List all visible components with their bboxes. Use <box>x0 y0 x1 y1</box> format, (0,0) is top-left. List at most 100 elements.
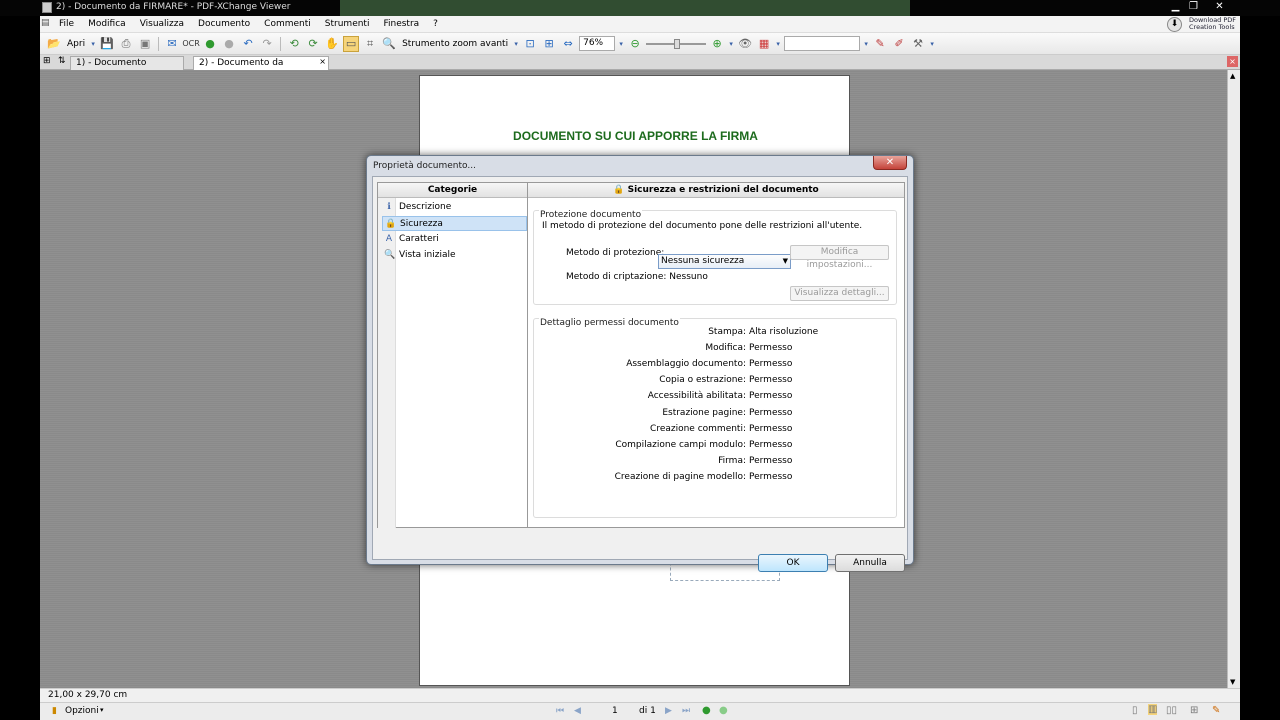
menu-item-strumenti[interactable]: Strumenti <box>318 16 377 33</box>
save-icon[interactable]: 💾 <box>99 36 115 52</box>
download-icon: ⬇ <box>1167 17 1182 32</box>
category-descrizione[interactable]: ℹ Descrizione <box>382 200 527 215</box>
maximize-button[interactable]: ❐ <box>1186 1 1201 13</box>
next-page-icon[interactable]: ▶ <box>665 706 672 716</box>
method-label: Metodo di protezione: <box>566 248 665 258</box>
eye-icon[interactable]: 👁 <box>737 36 753 52</box>
highlight-icon[interactable]: ▦ <box>756 36 772 52</box>
nav-forward-icon[interactable]: ● <box>719 705 728 716</box>
options-button[interactable]: Opzioni <box>65 706 99 716</box>
dialog-title: Proprietà documento... <box>373 161 476 171</box>
protection-method-value: Nessuna sicurezza <box>661 256 745 266</box>
protection-group: Protezione documento Il metodo di protez… <box>533 210 897 305</box>
zoom-in-dropdown-icon[interactable]: ▾ <box>728 36 734 52</box>
open-button[interactable]: Apri <box>65 36 87 52</box>
tab-documento-da-firmare[interactable]: 2) - Documento da FIRMARE* × <box>193 55 329 81</box>
undo-icon[interactable]: ↶ <box>240 36 256 52</box>
tab-sort-icon[interactable]: ⇅ <box>58 56 66 66</box>
fit-width-icon[interactable]: ⇔ <box>560 36 576 52</box>
page-number-field[interactable]: 1 <box>612 706 618 716</box>
category-label: Descrizione <box>399 202 452 212</box>
options-dropdown-icon[interactable]: ▾ <box>100 706 104 714</box>
category-label: Sicurezza <box>400 219 443 229</box>
close-button[interactable]: ✕ <box>1212 1 1227 13</box>
find-next-icon[interactable]: ✐ <box>891 36 907 52</box>
download-pdf-tools[interactable]: ⬇ Download PDF Creation Tools <box>1165 16 1237 33</box>
back-gray-icon[interactable]: ● <box>221 36 237 52</box>
snapshot-icon[interactable]: ⌗ <box>362 36 378 52</box>
menu-item-finestra[interactable]: Finestra <box>376 16 426 33</box>
category-vista-iniziale[interactable]: 🔍 Vista iniziale <box>382 248 527 263</box>
menu-item-commenti[interactable]: Commenti <box>257 16 318 33</box>
prev-page-icon[interactable]: ◀ <box>574 706 581 716</box>
single-page-icon[interactable]: ▯ <box>1132 705 1138 716</box>
search-dropdown-icon[interactable]: ▾ <box>863 36 869 52</box>
open-folder-icon[interactable]: 📂 <box>46 36 62 52</box>
zoom-dropdown-icon[interactable]: ▾ <box>618 36 624 52</box>
tab-close-icon[interactable]: × <box>319 55 326 68</box>
menu-item-modifica[interactable]: Modifica <box>81 16 133 33</box>
zoom-out-icon[interactable]: ⊖ <box>627 36 643 52</box>
rotate-right-icon[interactable]: ⟳ <box>305 36 321 52</box>
first-page-icon[interactable]: ⏮ <box>556 706 564 716</box>
categories-panel: Categorie ℹ Descrizione 🔒 Sicurezza A Caratte… <box>377 182 528 528</box>
view-details-button[interactable]: Visualizza dettagli... <box>790 286 889 301</box>
zoom-slider[interactable] <box>646 38 707 49</box>
scroll-down-icon[interactable]: ▼ <box>1230 678 1235 686</box>
fit-page-icon[interactable]: ⊞ <box>541 36 557 52</box>
zoom-slider-thumb[interactable] <box>674 38 681 49</box>
forward-green-icon[interactable]: ● <box>202 36 218 52</box>
facing-pages-icon[interactable]: ▯▯ <box>1166 705 1177 716</box>
category-caratteri[interactable]: A Caratteri <box>382 232 527 247</box>
protection-method-select[interactable]: Nessuna sicurezza ▼ <box>658 254 791 269</box>
menu-item-documento[interactable]: Documento <box>191 16 257 33</box>
email-icon[interactable]: ✉ <box>164 36 180 52</box>
title-bar: 2) - Documento da FIRMARE* - PDF-XChange… <box>0 0 1280 16</box>
vertical-scrollbar[interactable]: ▲ ▼ <box>1227 70 1240 688</box>
highlight-dropdown-icon[interactable]: ▾ <box>775 36 781 52</box>
lock-icon: 🔒 <box>385 219 397 229</box>
close-document-icon[interactable]: × <box>1227 56 1238 67</box>
security-panel-header: 🔒 Sicurezza e restrizioni del documento <box>528 183 904 198</box>
cancel-button[interactable]: Annulla <box>835 554 905 572</box>
category-sicurezza[interactable]: 🔒 Sicurezza <box>382 216 527 231</box>
last-page-icon[interactable]: ⏭ <box>682 706 690 716</box>
ocr-icon[interactable]: OCR <box>182 36 199 52</box>
ok-button[interactable]: OK <box>758 554 828 572</box>
title-bar-background <box>340 0 910 16</box>
redo-icon[interactable]: ↷ <box>259 36 275 52</box>
scan-icon[interactable]: ▣ <box>137 36 153 52</box>
print-icon[interactable]: ⎙ <box>118 36 134 52</box>
zoom-in-tool-icon[interactable]: 🔍 <box>381 36 397 52</box>
nav-back-icon[interactable]: ● <box>702 705 711 716</box>
app-icon[interactable] <box>42 2 52 13</box>
select-text-icon[interactable]: ▭ <box>343 35 360 52</box>
dialog-close-button[interactable]: ✕ <box>873 156 907 170</box>
rotate-left-icon[interactable]: ⟲ <box>286 36 302 52</box>
hand-tool-icon[interactable]: ✋ <box>324 36 340 52</box>
zoom-in-icon[interactable]: ⊕ <box>709 36 725 52</box>
info-doc-icon: ℹ <box>387 202 391 212</box>
menu-item-file[interactable]: File <box>52 16 81 33</box>
continuous-facing-icon[interactable]: ⊞ <box>1190 705 1198 716</box>
continuous-page-icon[interactable]: ▥ <box>1148 704 1158 715</box>
open-dropdown-icon[interactable]: ▾ <box>90 36 96 52</box>
actual-size-icon[interactable]: ⊡ <box>522 36 538 52</box>
zoom-level-field[interactable]: 76% <box>579 36 616 51</box>
tab-documento-firmato[interactable]: 1) - Documento FIRMATO <box>70 56 184 81</box>
zoom-tool-dropdown-icon[interactable]: ▾ <box>513 36 519 52</box>
tools-dropdown-icon[interactable]: ▾ <box>929 36 935 52</box>
toolbar-separator <box>280 36 282 51</box>
search-input[interactable] <box>784 36 861 51</box>
modify-settings-button[interactable]: Modifica impostazioni... <box>790 245 889 270</box>
menu-item-help[interactable]: ? <box>426 16 445 33</box>
find-icon[interactable]: ✎ <box>872 36 888 52</box>
zoom-tool-button[interactable]: Strumento zoom avanti <box>400 36 510 52</box>
scroll-up-icon[interactable]: ▲ <box>1230 72 1235 80</box>
font-icon: A <box>385 234 393 244</box>
minimize-button[interactable]: ▁ <box>1168 1 1183 13</box>
annotation-tool-icon[interactable]: ✎ <box>1212 705 1220 716</box>
tools-icon[interactable]: ⚒ <box>910 36 926 52</box>
menu-item-visualizza[interactable]: Visualizza <box>133 16 191 33</box>
tab-list-icon[interactable]: ⊞ <box>43 56 51 66</box>
